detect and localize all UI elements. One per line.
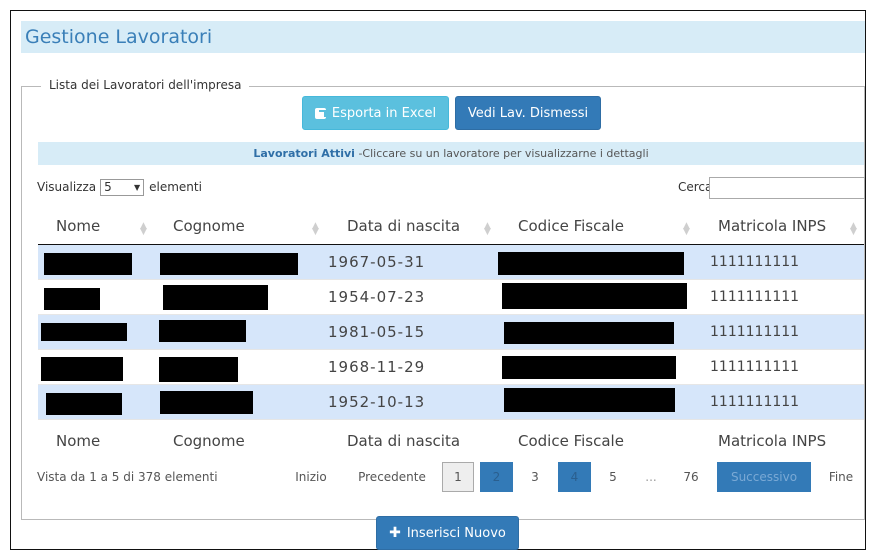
table-row[interactable]: 1952-10-13 1111111111 [38, 385, 864, 420]
search-input[interactable] [709, 177, 865, 199]
footer-cognome: Cognome [173, 425, 245, 457]
pagination-first[interactable]: Inizio [289, 461, 333, 493]
sort-icon: ▲ ▼ [850, 221, 857, 237]
pagination-page-5[interactable]: 5 [598, 461, 628, 493]
footer-matricola: Matricola INPS [718, 425, 826, 457]
export-excel-button[interactable]: Esporta in Excel [302, 96, 449, 130]
matricola-cell: 1111111111 [710, 359, 800, 375]
pagination-page-76[interactable]: 76 [676, 461, 706, 493]
info-bar: Lavoratori Attivi -Cliccare su un lavora… [38, 142, 864, 165]
column-label: Codice Fiscale [518, 217, 624, 235]
redacted-nome [46, 393, 122, 415]
column-label: Data di nascita [347, 217, 461, 235]
column-label: Nome [56, 217, 101, 235]
column-header-cognome[interactable]: Cognome [173, 208, 245, 244]
column-label: Cognome [173, 217, 245, 235]
footer-cf: Codice Fiscale [518, 425, 624, 457]
pagination-page-2[interactable]: 2 [480, 462, 513, 492]
show-dismissed-label: Vedi Lav. Dismessi [467, 105, 589, 121]
data-nascita-cell: 1954-07-23 [328, 288, 426, 306]
pagination-page-4[interactable]: 4 [558, 462, 591, 492]
page-length-control: Visualizza 5 ▼ elementi [37, 177, 202, 197]
add-new-worker-label: Inserisci Nuovo [406, 525, 506, 541]
redacted-cognome [159, 320, 246, 342]
sort-icon: ▲ ▼ [312, 221, 319, 237]
table-row[interactable]: 1967-05-31 1111111111 [38, 245, 864, 280]
redacted-cognome [160, 253, 298, 275]
column-label: Cognome [173, 432, 245, 450]
pagination-page-1[interactable]: 1 [442, 462, 474, 492]
matricola-cell: 1111111111 [710, 289, 800, 305]
column-header-matricola[interactable]: Matricola INPS [718, 208, 826, 244]
matricola-cell: 1111111111 [710, 254, 800, 270]
pagination-last[interactable]: Fine [819, 461, 863, 493]
redacted-codice-fiscale [504, 322, 674, 344]
redacted-codice-fiscale [502, 283, 687, 309]
pagination-next[interactable]: Successivo [717, 462, 811, 492]
redacted-cognome [163, 285, 268, 310]
data-nascita-cell: 1967-05-31 [328, 253, 426, 271]
page-title: Gestione Lavoratori [21, 21, 865, 53]
pagination-previous[interactable]: Precedente [352, 461, 432, 493]
redacted-codice-fiscale [498, 252, 684, 275]
data-nascita-cell: 1952-10-13 [328, 393, 426, 411]
pagination-ellipsis: ... [645, 470, 657, 484]
chevron-down-icon: ▼ [133, 182, 141, 192]
external-link-icon [314, 107, 326, 119]
redacted-codice-fiscale [504, 388, 675, 412]
column-header-data[interactable]: Data di nascita [347, 208, 460, 244]
footer-nome: Nome [56, 425, 100, 457]
table-row[interactable]: 1954-07-23 1111111111 [38, 280, 864, 315]
data-nascita-cell: 1968-11-29 [328, 358, 426, 376]
length-label-after: elementi [149, 180, 202, 194]
pagination-page-3[interactable]: 3 [520, 461, 550, 493]
table-row[interactable]: 1968-11-29 1111111111 [38, 350, 864, 385]
show-dismissed-button[interactable]: Vedi Lav. Dismessi [455, 96, 601, 130]
column-label: Nome [56, 432, 101, 450]
footer-data: Data di nascita [347, 425, 460, 457]
table-row[interactable]: 1981-05-15 1111111111 [38, 315, 864, 350]
page-length-select[interactable]: 5 ▼ [100, 178, 145, 196]
sort-icon: ▲ ▼ [484, 221, 491, 237]
column-label: Matricola INPS [718, 217, 827, 235]
redacted-nome [41, 323, 127, 341]
export-excel-label: Esporta in Excel [331, 105, 437, 121]
info-bar-strong: Lavoratori Attivi [253, 147, 355, 160]
column-header-nome[interactable]: Nome [56, 208, 100, 244]
redacted-cognome [160, 391, 253, 414]
redacted-cognome [159, 357, 238, 382]
table-footer: Nome Cognome Data di nascita Codice Fisc… [38, 425, 864, 457]
matricola-cell: 1111111111 [710, 394, 800, 410]
redacted-codice-fiscale [502, 356, 676, 379]
plus-icon: ✚ [389, 525, 401, 541]
data-nascita-cell: 1981-05-15 [328, 323, 426, 341]
sort-icon: ▲ ▼ [683, 221, 690, 237]
info-bar-text: -Cliccare su un lavoratore per visualizz… [354, 147, 649, 160]
fieldset-legend: Lista dei Lavoratori dell'impresa [41, 77, 250, 93]
add-new-worker-button[interactable]: ✚ Inserisci Nuovo [376, 516, 519, 550]
column-label: Matricola INPS [718, 432, 827, 450]
table-info: Vista da 1 a 5 di 378 elementi [37, 470, 218, 484]
page-length-value: 5 [104, 180, 112, 194]
matricola-cell: 1111111111 [710, 324, 800, 340]
column-label: Data di nascita [347, 432, 461, 450]
redacted-nome [44, 288, 100, 310]
sort-icon: ▲ ▼ [140, 221, 147, 237]
length-label-before: Visualizza [37, 180, 97, 194]
table-header: Nome ▲ ▼ Cognome ▲ ▼ Data di nascita ▲ ▼ Co… [38, 208, 864, 246]
column-header-cf[interactable]: Codice Fiscale [518, 208, 624, 244]
redacted-nome [44, 253, 132, 275]
column-label: Codice Fiscale [518, 432, 624, 450]
redacted-nome [41, 357, 123, 381]
